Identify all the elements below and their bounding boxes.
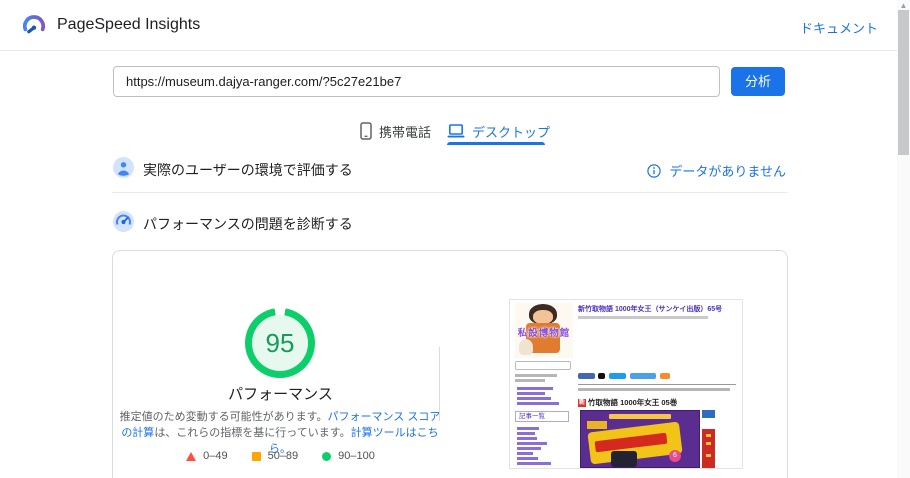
legend-item-average: 50–89 [251, 450, 299, 462]
score-legend: 0–49 50–89 90–100 [113, 450, 448, 462]
performance-gauge-icon [113, 211, 134, 232]
tab-desktop[interactable]: デスクトップ [447, 118, 550, 144]
thumb-character-cat [519, 339, 533, 355]
no-data-label: データがありません [669, 164, 786, 179]
legend-item-pass: 90–100 [322, 450, 375, 462]
diagnose-section-title: パフォーマンスの問題を診断する [143, 216, 353, 232]
tab-mobile[interactable]: 携帯電話 [360, 118, 431, 144]
thumb-article-heading: 新 竹取物語 1000年女王 05巻 [578, 397, 677, 408]
thumb-sidebar-link [517, 447, 541, 450]
thumb-share-button [660, 373, 670, 379]
tab-mobile-label: 携帯電話 [379, 124, 432, 140]
thumb-sidebar-link [517, 437, 537, 440]
scrollbar[interactable]: ▲ [897, 0, 910, 478]
thumb-text-line [515, 374, 557, 377]
thumb-sidebar-link [517, 402, 559, 405]
thumb-share-button [630, 373, 656, 379]
thumb-site-name: 私設博物館 [517, 328, 571, 339]
thumb-sidebar-link [517, 452, 533, 455]
orange-square-icon [251, 451, 261, 461]
legend-range-average: 50–89 [267, 450, 299, 462]
thumb-spine-text [706, 442, 711, 445]
tab-desktop-label: デスクトップ [472, 124, 551, 140]
url-input[interactable] [113, 66, 720, 97]
scrollbar-thumb[interactable] [898, 10, 909, 155]
thumb-sidebar-link [517, 392, 545, 395]
pagespeed-insights-page: PageSpeed Insights ドキュメント 分析 携帯電話 デスクトップ… [0, 0, 910, 478]
no-data-link[interactable]: データがありません [647, 161, 786, 180]
thumb-cover-figure [611, 451, 637, 467]
user-environment-icon [113, 157, 134, 178]
analyze-button[interactable]: 分析 [731, 67, 785, 96]
field-data-section-title: 実際のユーザーの環境で評価する [143, 162, 353, 178]
thumb-sidebar-link [517, 442, 547, 445]
thumb-post-meta-line [578, 316, 708, 319]
legend-item-fail: 0–49 [186, 450, 228, 462]
thumb-spine-label [702, 418, 715, 429]
info-icon [647, 163, 662, 178]
thumb-sidebar-box: 記事一覧 [515, 411, 569, 422]
thumb-manga-cover-image: 6 [580, 410, 700, 468]
description-text-2: は、これらの指標を基に行っています。 [154, 427, 351, 439]
card-vertical-divider [439, 347, 440, 421]
performance-score-gauge[interactable]: 95 [245, 308, 315, 378]
red-triangle-icon [186, 451, 197, 461]
pagespeed-logo-icon [22, 15, 46, 34]
thumb-share-button [598, 373, 605, 379]
thumb-sidebar-link [517, 397, 551, 400]
thumb-site-logo-image: 私設博物館 [515, 303, 573, 358]
thumb-sidebar-link [517, 387, 553, 390]
thumb-post-title: 新竹取物語 1000年女王（サンケイ出版）65号 [578, 306, 723, 313]
thumb-sidebar-link [517, 432, 535, 435]
desktop-icon [447, 123, 465, 137]
thumb-text-line [515, 379, 545, 382]
thumb-horizontal-rule [578, 384, 736, 385]
thumb-text-line [578, 388, 730, 391]
scroll-up-arrow[interactable]: ▲ [899, 1, 908, 10]
thumb-sidebar-link [517, 462, 551, 465]
app-header: PageSpeed Insights ドキュメント [0, 0, 910, 51]
thumb-character-face [533, 310, 553, 324]
thumb-new-badge: 新 [578, 398, 587, 407]
active-tab-underline [447, 142, 545, 145]
thumb-sidebar-link [517, 427, 539, 430]
docs-link[interactable]: ドキュメント [800, 18, 878, 37]
thumb-spine-top-mark [702, 410, 715, 418]
legend-range-fail: 0–49 [203, 450, 228, 462]
thumb-spine-text [706, 434, 711, 437]
green-circle-icon [322, 451, 332, 461]
mobile-phone-icon [360, 122, 372, 140]
page-title: PageSpeed Insights [57, 16, 201, 33]
thumb-share-button [578, 373, 595, 379]
legend-range-pass: 90–100 [338, 450, 375, 462]
thumb-article-heading-text: 竹取物語 1000年女王 05巻 [588, 398, 678, 407]
thumb-volume-badge: 6 [669, 450, 681, 462]
thumb-sidebar-link [517, 457, 538, 460]
page-screenshot-thumbnail: 私設博物館 新竹取物語 1000年女王（サンケイ出版）65号 記事一覧 新 竹取… [509, 299, 743, 469]
description-text-1: 推定値のため変動する可能性があります。 [119, 411, 328, 423]
thumb-share-button [609, 373, 626, 379]
thumb-spine-text [706, 454, 711, 457]
thumb-book-spine [702, 410, 715, 468]
thumb-search-box [515, 361, 571, 370]
thumb-cover-series-text [609, 414, 671, 419]
performance-score-value: 95 [252, 315, 308, 371]
thumb-cover-corner-mark [587, 421, 607, 429]
performance-card: 95 パフォーマンス 推定値のため変動する可能性があります。パフォーマンス スコ… [112, 250, 788, 478]
section-divider [112, 192, 788, 193]
performance-label: パフォーマンス [228, 386, 333, 403]
